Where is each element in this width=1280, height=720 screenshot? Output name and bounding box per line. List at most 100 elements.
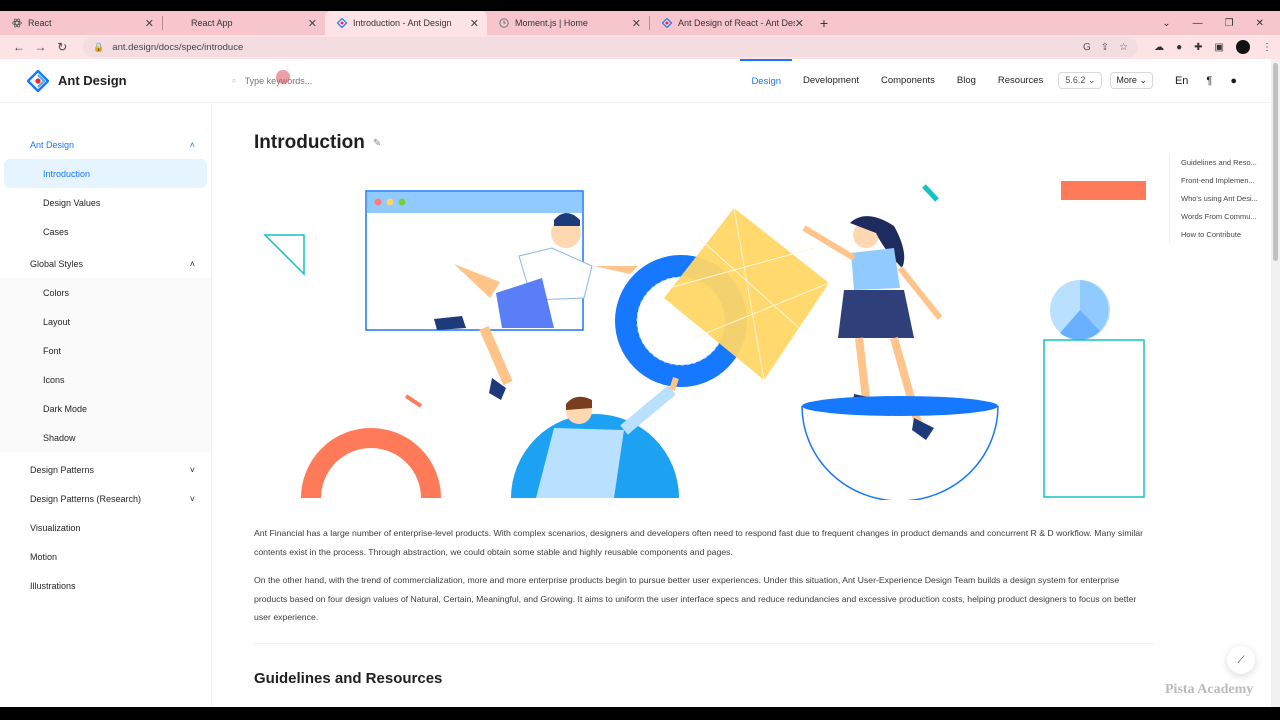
screen-bottom-bar xyxy=(0,707,1280,720)
page-title-row: Introduction ✎ xyxy=(254,132,381,154)
sidebar-item-shadow[interactable]: Shadow xyxy=(0,423,211,452)
forward-icon[interactable]: → xyxy=(30,40,52,54)
cloud-extension-icon[interactable]: ☁ xyxy=(1154,42,1164,53)
sidebar-group-ant-design[interactable]: Ant Design ˄ xyxy=(0,130,211,159)
toc-item[interactable]: How to Contribute xyxy=(1170,225,1264,243)
sidebar-group-design-patterns-research[interactable]: Design Patterns (Research) ˅ xyxy=(0,484,211,513)
browser-tab[interactable]: Moment.js | Home ✕ xyxy=(487,11,649,35)
search-icon: ⌕ xyxy=(231,75,237,85)
new-tab-button[interactable]: + xyxy=(812,15,836,31)
version-select[interactable]: 5.6.2 ⌄ xyxy=(1058,72,1103,89)
google-icon[interactable]: G xyxy=(1083,42,1091,53)
sidebar-group-label: Motion xyxy=(30,551,58,562)
mouse-cursor-highlight xyxy=(275,70,290,84)
sidebar-item-dark-mode[interactable]: Dark Mode xyxy=(0,394,211,423)
restore-icon[interactable]: ❐ xyxy=(1225,18,1234,29)
sidebar-group-design-patterns[interactable]: Design Patterns ˅ xyxy=(0,455,211,484)
chevron-down-icon: ˅ xyxy=(189,464,195,475)
sidebar-icon[interactable]: ▣ xyxy=(1215,42,1224,53)
browser-tab[interactable]: Ant Design of React - Ant Design ✕ xyxy=(650,11,812,35)
close-icon[interactable]: ✕ xyxy=(795,17,804,30)
menu-blog[interactable]: Blog xyxy=(946,59,987,103)
chevron-down-icon: ˅ xyxy=(189,493,195,504)
toc-item[interactable]: Words From Commu... xyxy=(1170,207,1264,225)
blank-page-icon xyxy=(175,18,185,28)
share-icon[interactable]: ⇪ xyxy=(1101,42,1109,53)
top-menu: Design Development Components Blog Resou… xyxy=(740,58,1270,103)
reload-icon[interactable]: ↻ xyxy=(51,40,73,54)
antd-icon xyxy=(336,17,348,29)
antd-icon xyxy=(661,17,673,29)
chevron-down-icon[interactable]: ⌄ xyxy=(1162,18,1170,29)
window-controls: ⌄ — ❐ ✕ xyxy=(1162,18,1280,29)
watermark-text: Pista Academy xyxy=(1165,682,1254,697)
sidebar-item-font[interactable]: Font xyxy=(0,336,211,365)
sidebar-item-illustrations[interactable]: Illustrations xyxy=(0,571,211,600)
toc-item[interactable]: Who's using Ant Desi... xyxy=(1170,189,1264,207)
toc-item[interactable]: Front-end Implemen... xyxy=(1170,171,1264,189)
menu-components[interactable]: Components xyxy=(870,59,946,103)
extensions-area: ☁ ● ✚ ▣ ⋮ xyxy=(1154,40,1272,54)
magic-wand-icon: ⟋ xyxy=(1237,654,1245,666)
edit-icon[interactable]: ✎ xyxy=(373,138,381,149)
extension-icon[interactable]: ● xyxy=(1176,42,1182,53)
profile-avatar[interactable] xyxy=(1236,40,1250,54)
browser-tab[interactable]: React ✕ xyxy=(0,11,162,35)
sidebar-group-label: Global Styles xyxy=(30,258,84,269)
site-search[interactable]: ⌕ xyxy=(231,70,385,86)
address-bar[interactable]: 🔒 ant.design/docs/spec/introduce G ⇪ ☆ xyxy=(83,37,1139,57)
search-input[interactable] xyxy=(244,75,385,86)
more-menu-button[interactable]: More ⌄ xyxy=(1110,72,1153,89)
puzzle-icon[interactable]: ✚ xyxy=(1194,42,1202,53)
close-window-icon[interactable]: ✕ xyxy=(1256,18,1264,29)
close-icon[interactable]: ✕ xyxy=(470,17,479,30)
theme-toggle-button[interactable]: ⟋ xyxy=(1227,646,1255,674)
bookmark-star-icon[interactable]: ☆ xyxy=(1119,42,1128,53)
tab-label: Introduction - Ant Design xyxy=(353,18,452,28)
url-text: ant.design/docs/spec/introduce xyxy=(112,41,244,53)
sidebar-item-colors[interactable]: Colors xyxy=(0,278,211,307)
menu-design[interactable]: Design xyxy=(740,58,793,103)
sidebar-item-introduction[interactable]: Introduction xyxy=(4,159,207,188)
github-icon[interactable]: ● xyxy=(1230,75,1237,87)
sidebar-item-layout[interactable]: Layout xyxy=(0,307,211,336)
browser-tab[interactable]: React App ✕ xyxy=(163,11,325,35)
version-value: 5.6.2 xyxy=(1065,75,1086,85)
direction-switch-icon[interactable]: ¶ xyxy=(1206,75,1212,87)
minimize-icon[interactable]: — xyxy=(1193,18,1203,29)
sidebar: Ant Design ˄ Introduction Design Values C… xyxy=(0,104,212,720)
screen-top-bar xyxy=(0,0,1280,11)
sidebar-item-design-values[interactable]: Design Values xyxy=(0,188,211,217)
sidebar-item-icons[interactable]: Icons xyxy=(0,365,211,394)
sidebar-item-cases[interactable]: Cases xyxy=(0,217,211,246)
browser-toolbar: ← → ↻ 🔒 ant.design/docs/spec/introduce G… xyxy=(0,35,1280,59)
more-label: More xyxy=(1116,75,1137,85)
site-logo[interactable]: Ant Design xyxy=(27,69,127,92)
sidebar-group-label: Illustrations xyxy=(30,580,76,591)
sidebar-group-label: Ant Design xyxy=(30,139,75,150)
language-switch-icon[interactable]: En xyxy=(1175,75,1188,87)
close-icon[interactable]: ✕ xyxy=(632,17,641,30)
toc-item[interactable]: Guidelines and Reso... xyxy=(1170,153,1264,171)
logo-text: Ant Design xyxy=(58,73,127,88)
close-icon[interactable]: ✕ xyxy=(308,17,317,30)
kebab-menu-icon[interactable]: ⋮ xyxy=(1262,42,1272,53)
hero-illustration xyxy=(263,181,1146,500)
intro-paragraph-2: On the other hand, with the trend of com… xyxy=(254,575,1137,622)
intro-paragraph-1: Ant Financial has a large number of ente… xyxy=(254,528,1144,557)
tab-label: Ant Design of React - Ant Design xyxy=(678,18,795,28)
sidebar-group-global-styles[interactable]: Global Styles ˄ xyxy=(0,249,211,278)
sidebar-group-label: Visualization xyxy=(30,522,81,533)
chevron-up-icon: ˄ xyxy=(189,258,195,269)
tab-label: React App xyxy=(191,18,233,28)
sidebar-item-visualization[interactable]: Visualization xyxy=(0,513,211,542)
chevron-up-icon: ˄ xyxy=(189,139,195,150)
close-icon[interactable]: ✕ xyxy=(145,17,154,30)
section-heading: Guidelines and Resources xyxy=(254,670,443,687)
sidebar-item-motion[interactable]: Motion xyxy=(0,542,211,571)
browser-tab-active[interactable]: Introduction - Ant Design ✕ xyxy=(325,11,487,35)
menu-development[interactable]: Development xyxy=(792,59,870,103)
menu-resources[interactable]: Resources xyxy=(987,59,1054,103)
scrollbar-thumb[interactable] xyxy=(1273,63,1278,261)
back-icon[interactable]: ← xyxy=(8,40,30,54)
